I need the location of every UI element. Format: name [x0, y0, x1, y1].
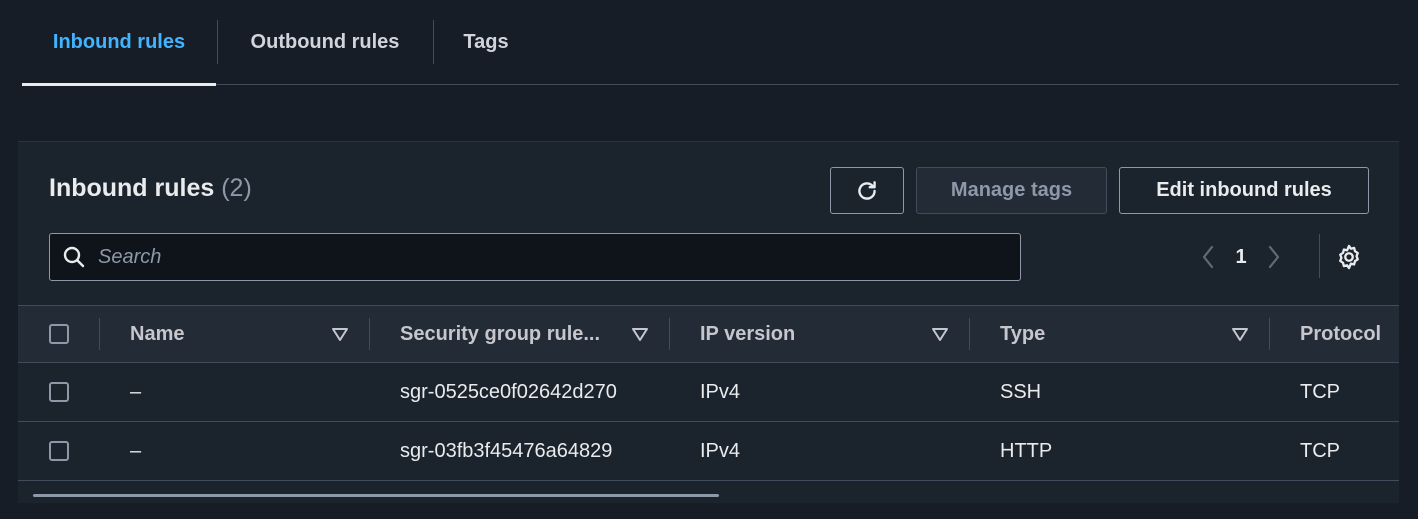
- column-divider: [369, 318, 370, 350]
- column-header-name[interactable]: Name: [130, 306, 184, 362]
- cell-protocol: TCP: [1300, 380, 1340, 403]
- cell-ip-version: IPv4: [700, 380, 741, 403]
- sort-icon[interactable]: [1231, 325, 1249, 343]
- panel-title-text: Inbound rules: [49, 174, 215, 202]
- refresh-button[interactable]: [830, 167, 904, 214]
- cell-protocol: TCP: [1300, 439, 1340, 462]
- rule-count: (2): [221, 174, 252, 202]
- row-checkbox[interactable]: [49, 382, 69, 402]
- inbound-rules-panel: Inbound rules (2) Manage tags Edit inbou…: [18, 141, 1399, 503]
- row-checkbox[interactable]: [49, 441, 69, 461]
- search-icon: [63, 246, 85, 268]
- column-divider: [669, 318, 670, 350]
- column-header-type[interactable]: Type: [1000, 306, 1045, 362]
- cell-ip-version: IPv4: [700, 439, 741, 462]
- cell-type: SSH: [1000, 380, 1042, 403]
- column-header-ip-version[interactable]: IP version: [700, 306, 795, 362]
- search-box: [49, 233, 1021, 281]
- select-all-checkbox[interactable]: [49, 324, 69, 344]
- pager-divider: [1319, 234, 1320, 278]
- table-row[interactable]: – sgr-0525ce0f02642d270 IPv4 SSH TCP: [18, 363, 1399, 422]
- column-header-rule-id[interactable]: Security group rule...: [400, 306, 600, 362]
- sort-icon[interactable]: [931, 325, 949, 343]
- cell-type: HTTP: [1000, 439, 1053, 462]
- table-row[interactable]: – sgr-03fb3f45476a64829 IPv4 HTTP TCP: [18, 422, 1399, 481]
- refresh-icon: [858, 180, 876, 200]
- sort-icon[interactable]: [331, 325, 349, 343]
- chevron-left-icon: [1202, 245, 1214, 269]
- cell-rule-id: sgr-0525ce0f02642d270: [400, 380, 617, 403]
- column-divider: [969, 318, 970, 350]
- tab-tags[interactable]: Tags: [434, 0, 538, 84]
- cell-name: –: [130, 380, 142, 403]
- tab-outbound-rules[interactable]: Outbound rules: [218, 0, 432, 84]
- page-number[interactable]: 1: [1222, 246, 1260, 269]
- edit-inbound-rules-button[interactable]: Edit inbound rules: [1119, 167, 1369, 214]
- tab-inbound-rules[interactable]: Inbound rules: [22, 0, 216, 86]
- rules-table: Name Security group rule... IP version T…: [18, 305, 1399, 481]
- cell-rule-id: sgr-03fb3f45476a64829: [400, 439, 613, 462]
- chevron-right-icon: [1268, 245, 1280, 269]
- manage-tags-button[interactable]: Manage tags: [916, 167, 1107, 214]
- column-divider: [1269, 318, 1270, 350]
- tab-bar: Inbound rules Outbound rules Tags: [22, 0, 1399, 86]
- horizontal-scrollbar[interactable]: [33, 494, 719, 497]
- column-header-protocol[interactable]: Protocol: [1300, 306, 1381, 362]
- cell-name: –: [130, 439, 142, 462]
- panel-title: Inbound rules (2): [49, 174, 252, 203]
- next-page-button[interactable]: [1260, 239, 1288, 275]
- column-divider: [99, 318, 100, 350]
- table-header: Name Security group rule... IP version T…: [18, 305, 1399, 363]
- sort-icon[interactable]: [631, 325, 649, 343]
- previous-page-button[interactable]: [1194, 239, 1222, 275]
- gear-icon[interactable]: [1335, 243, 1363, 271]
- search-input[interactable]: [98, 234, 1020, 280]
- pagination: 1: [1194, 239, 1288, 275]
